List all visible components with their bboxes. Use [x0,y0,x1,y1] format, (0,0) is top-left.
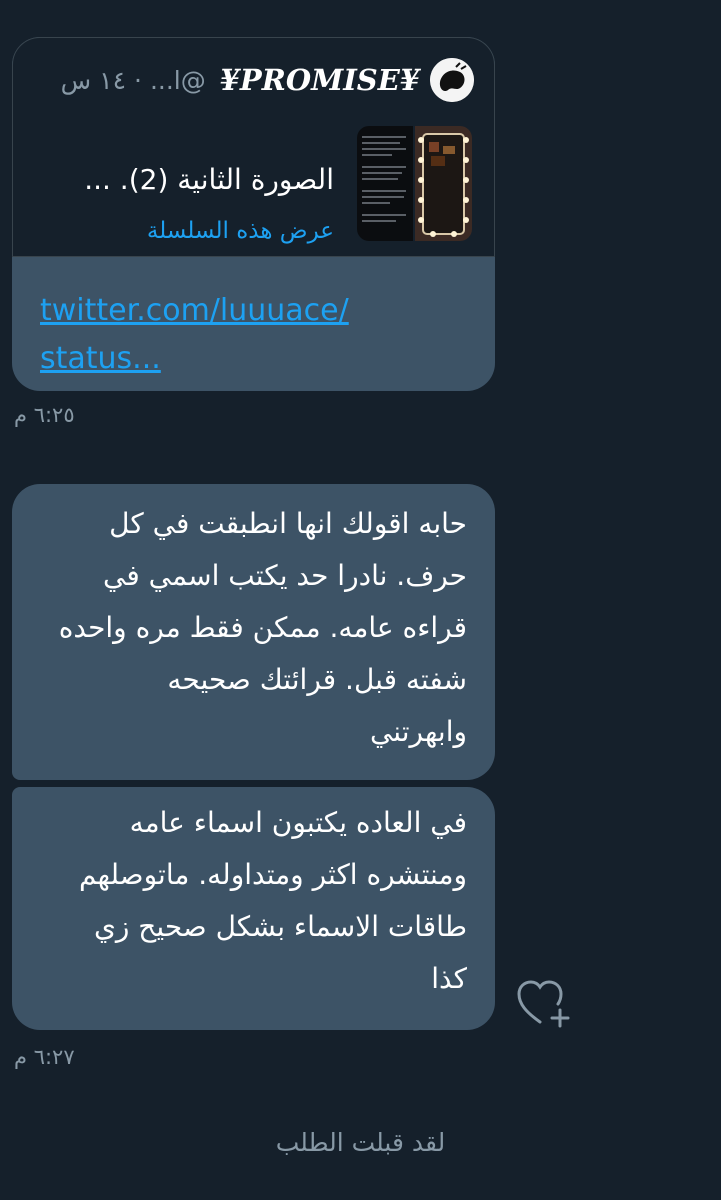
image-thumbnail-icon[interactable] [357,126,472,241]
quoted-author-handle: ...l@ [149,65,206,95]
message-bubble[interactable]: حابه اقولك انها انطبقت في كل حرف. نادرا … [12,484,495,780]
message-line: شفته قبل. قرائتك صحيحه [167,663,467,696]
message-line: حرف. نادرا حد يكتب اسمي في [103,559,467,592]
message-line: حابه اقولك انها انطبقت في كل [109,507,467,540]
show-thread-link[interactable]: عرض هذه السلسلة [147,218,334,244]
quoted-tweet-card[interactable]: ¥PROMISE¥ ...l@ · ١٤ س الصورة الثانية (2… [12,37,495,257]
message-line: قراءه عامه. ممكن فقط مره واحده [58,611,467,644]
quoted-tweet-time: ١٤ س [60,65,126,95]
message-timestamp: ٦:٢٥ م [14,403,75,427]
url-line-1: twitter.com/luuuace/ [40,293,349,328]
message-timestamp: ٦:٢٧ م [14,1045,75,1069]
link-message-bubble[interactable]: ¥PROMISE¥ ...l@ · ١٤ س الصورة الثانية (2… [12,37,495,391]
message-bubble[interactable]: في العاده يكتبون اسماء عامه ومنتشره اكثر… [12,787,495,1030]
meta-separator: · [134,65,142,95]
avatar-icon [430,58,474,102]
message-line: طاقات الاسماء بشكل صحيح زي [93,910,467,943]
quoted-tweet-header: ¥PROMISE¥ ...l@ · ١٤ س [61,58,474,102]
quoted-author-name: ¥PROMISE¥ [219,63,420,97]
url-line-2: status... [40,341,161,376]
message-line: كذا [431,962,467,995]
heart-plus-icon[interactable] [516,978,572,1028]
quoted-tweet-text: الصورة الثانية (2). ... [84,163,334,196]
request-accepted-status: لقد قبلت الطلب [275,1128,446,1157]
message-line: ومنتشره اكثر ومتداوله. ماتوصلهم [78,858,467,891]
dm-conversation: ¥PROMISE¥ ...l@ · ١٤ س الصورة الثانية (2… [0,0,721,1200]
tweet-url-link[interactable]: twitter.com/luuuace/ status... [40,287,349,383]
message-line: في العاده يكتبون اسماء عامه [129,806,467,839]
message-line: وابهرتني [369,715,467,748]
